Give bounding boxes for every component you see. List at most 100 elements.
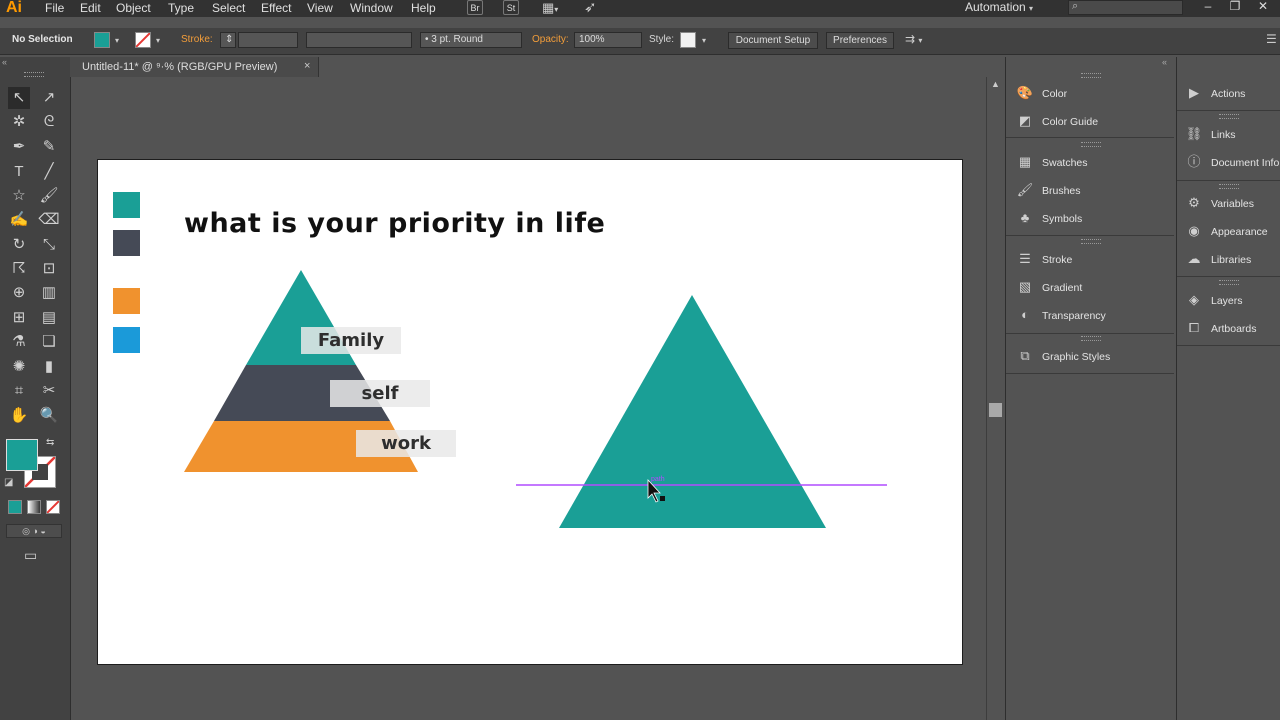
panel-document-info[interactable]: ⓘ Document Info bbox=[1185, 152, 1279, 172]
panel-grip-5[interactable] bbox=[1219, 114, 1239, 119]
free-transform-tool-icon[interactable]: ⊡ bbox=[38, 258, 60, 280]
panel-stroke[interactable]: ☰ Stroke bbox=[1016, 249, 1072, 269]
style-swatch[interactable] bbox=[680, 32, 696, 48]
hand-tool-icon[interactable]: ✋ bbox=[8, 405, 30, 427]
arrange-icon[interactable]: ⇉ ▾ bbox=[905, 32, 922, 46]
search-input[interactable]: ⌕ bbox=[1068, 0, 1183, 15]
vertical-scrollbar[interactable]: ▲ bbox=[986, 77, 1004, 720]
slice-tool-icon[interactable]: ✂ bbox=[38, 380, 60, 402]
perspective-grid-tool-icon[interactable]: ▥ bbox=[38, 282, 60, 304]
panel-graphic-styles[interactable]: ⧉ Graphic Styles bbox=[1016, 346, 1110, 366]
panel-color[interactable]: 🎨 Color bbox=[1016, 83, 1067, 103]
eraser-tool-icon[interactable]: ⌫ bbox=[38, 209, 60, 231]
panel-grip-1[interactable] bbox=[1081, 73, 1101, 78]
panel-actions[interactable]: ▶ Actions bbox=[1185, 83, 1245, 103]
shape-builder-tool-icon[interactable]: ⊕ bbox=[8, 282, 30, 304]
brush-dropdown[interactable]: • 3 pt. Round bbox=[420, 32, 522, 48]
orange-swatch-square[interactable] bbox=[113, 288, 140, 314]
fill-swatch[interactable] bbox=[94, 32, 110, 48]
fill-color-front[interactable] bbox=[6, 439, 38, 471]
stroke-dropdown-icon[interactable]: ▾ bbox=[156, 36, 160, 45]
large-triangle[interactable] bbox=[559, 295, 826, 528]
selection-tool-icon[interactable]: ↖ bbox=[8, 87, 30, 109]
stroke-swatch[interactable] bbox=[135, 32, 151, 48]
arrange-documents-icon[interactable]: ▦▾ bbox=[542, 0, 558, 16]
magic-wand-tool-icon[interactable]: ✲ bbox=[8, 111, 30, 133]
line-tool-icon[interactable]: ╱ bbox=[38, 161, 60, 183]
menu-effect[interactable]: Effect bbox=[261, 1, 291, 15]
panel-grip-6[interactable] bbox=[1219, 184, 1239, 189]
opacity-input[interactable]: 100% bbox=[574, 32, 642, 48]
document-tab[interactable]: Untitled-11* @ ⁹·% (RGB/GPU Preview) × bbox=[70, 57, 319, 77]
panel-swatches[interactable]: ▦ Swatches bbox=[1016, 152, 1088, 172]
paintbrush-tool-icon[interactable]: 🖌 bbox=[38, 185, 60, 207]
panel-grip-2[interactable] bbox=[1081, 142, 1101, 147]
bridge-button[interactable]: Br bbox=[467, 0, 483, 15]
self-label[interactable]: self bbox=[330, 380, 430, 407]
panel-artboards[interactable]: ⧠ Artboards bbox=[1185, 318, 1257, 338]
stroke-label[interactable]: Stroke: bbox=[181, 34, 213, 45]
preferences-button[interactable]: Preferences bbox=[826, 32, 894, 49]
control-menu-icon[interactable]: ☰ bbox=[1266, 32, 1277, 46]
gradient-mode-icon[interactable] bbox=[27, 500, 41, 514]
menu-object[interactable]: Object bbox=[116, 1, 151, 15]
column-graph-tool-icon[interactable]: ▮ bbox=[38, 356, 60, 378]
gpu-performance-icon[interactable]: ➶ bbox=[584, 0, 597, 16]
panel-grip-3[interactable] bbox=[1081, 239, 1101, 244]
work-label[interactable]: work bbox=[356, 430, 456, 457]
warp-tool-icon[interactable]: ☈ bbox=[8, 258, 30, 280]
gradient-tool-icon[interactable]: ▤ bbox=[38, 307, 60, 329]
menu-edit[interactable]: Edit bbox=[80, 1, 101, 15]
eyedropper-tool-icon[interactable]: ⚗ bbox=[8, 331, 30, 353]
zoom-tool-icon[interactable]: 🔍 bbox=[38, 405, 60, 427]
panel-libraries[interactable]: ☁ Libraries bbox=[1185, 249, 1252, 269]
pen-tool-icon[interactable]: ✒ bbox=[8, 136, 30, 158]
stroke-weight-stepper[interactable]: ⇕ bbox=[220, 32, 236, 48]
stroke-weight-input[interactable] bbox=[238, 32, 298, 48]
swap-fill-stroke-icon[interactable]: ⇆ bbox=[46, 437, 54, 448]
slate-swatch-square[interactable] bbox=[113, 230, 140, 256]
teal-swatch-square[interactable] bbox=[113, 192, 140, 218]
rotate-tool-icon[interactable]: ↻ bbox=[8, 234, 30, 256]
screen-mode-icon[interactable]: ▭ bbox=[24, 547, 37, 564]
collapse-dock-icon[interactable]: « bbox=[1162, 57, 1167, 67]
panel-transparency[interactable]: ◐ Transparency bbox=[1016, 305, 1106, 325]
menu-type[interactable]: Type bbox=[168, 1, 194, 15]
collapse-tools-icon[interactable]: « bbox=[2, 57, 7, 67]
direct-selection-tool-icon[interactable]: ↗ bbox=[38, 87, 60, 109]
menu-view[interactable]: View bbox=[307, 1, 333, 15]
symbol-sprayer-tool-icon[interactable]: ✺ bbox=[8, 356, 30, 378]
scale-tool-icon[interactable]: ⤡ bbox=[38, 234, 60, 256]
blue-swatch-square[interactable] bbox=[113, 327, 140, 353]
tools-grip[interactable] bbox=[24, 72, 44, 77]
menu-file[interactable]: File bbox=[45, 1, 64, 15]
type-tool-icon[interactable]: T bbox=[8, 161, 30, 183]
mesh-tool-icon[interactable]: ⊞ bbox=[8, 307, 30, 329]
star-tool-icon[interactable]: ☆ bbox=[8, 185, 30, 207]
workspace-switcher[interactable]: Automation ▾ bbox=[965, 0, 1033, 14]
panel-symbols[interactable]: ♣ Symbols bbox=[1016, 208, 1083, 228]
menu-window[interactable]: Window bbox=[350, 1, 393, 15]
family-label[interactable]: Family bbox=[301, 327, 401, 354]
none-mode-icon[interactable] bbox=[46, 500, 60, 514]
panel-links[interactable]: ⛓ Links bbox=[1185, 124, 1236, 144]
fill-dropdown-icon[interactable]: ▾ bbox=[115, 36, 119, 45]
panel-appearance[interactable]: ◉ Appearance bbox=[1185, 221, 1267, 241]
scrollbar-thumb[interactable] bbox=[989, 403, 1002, 417]
blob-brush-tool-icon[interactable]: ✍ bbox=[8, 209, 30, 231]
panel-gradient[interactable]: ▧ Gradient bbox=[1016, 277, 1082, 297]
restore-icon[interactable]: ❐ bbox=[1224, 0, 1246, 13]
panel-color-guide[interactable]: ◩ Color Guide bbox=[1016, 111, 1098, 131]
opacity-label[interactable]: Opacity: bbox=[532, 34, 569, 45]
style-dropdown-icon[interactable]: ▾ bbox=[702, 36, 706, 45]
artboard-tool-icon[interactable]: ⌗ bbox=[8, 380, 30, 402]
color-mode-icon[interactable] bbox=[8, 500, 22, 514]
variable-width-dropdown[interactable] bbox=[306, 32, 412, 48]
blend-tool-icon[interactable]: ❏ bbox=[38, 331, 60, 353]
drawing-modes-icon[interactable]: ◎ ◑ ◒ bbox=[6, 524, 62, 538]
curvature-tool-icon[interactable]: ✎ bbox=[38, 136, 60, 158]
close-window-icon[interactable]: ✕ bbox=[1252, 0, 1274, 13]
panel-grip-4[interactable] bbox=[1081, 336, 1101, 341]
panel-layers[interactable]: ◈ Layers bbox=[1185, 290, 1243, 310]
menu-select[interactable]: Select bbox=[212, 1, 245, 15]
